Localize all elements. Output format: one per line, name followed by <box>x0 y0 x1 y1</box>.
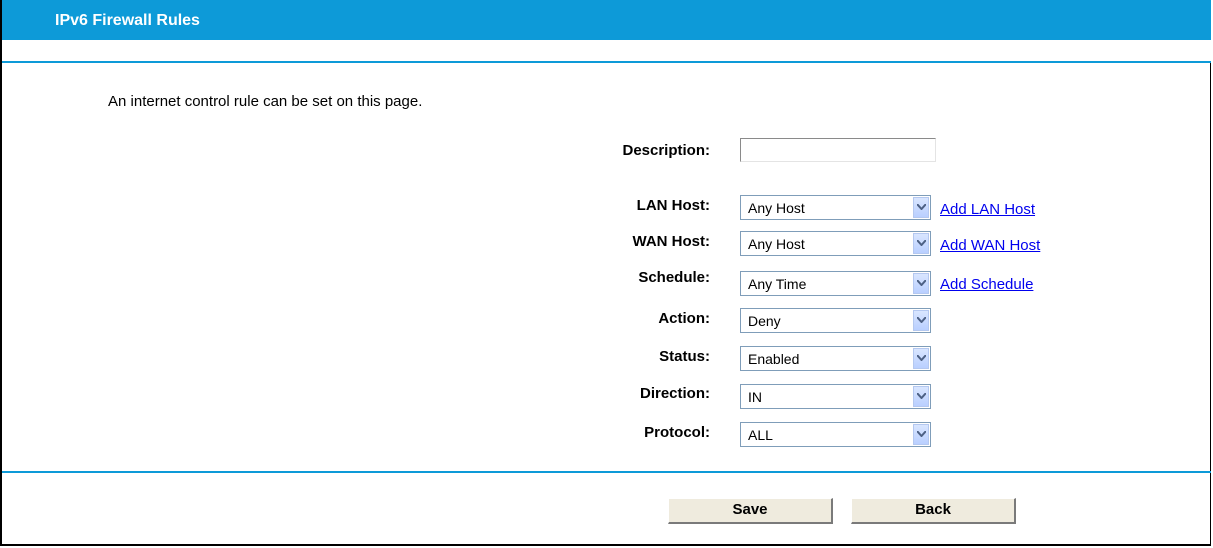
lan-host-label: LAN Host: <box>636 197 710 214</box>
page-title: IPv6 Firewall Rules <box>55 12 200 29</box>
direction-label: Direction: <box>639 385 710 402</box>
direction-select[interactable]: IN <box>740 384 931 409</box>
top-divider <box>2 61 1211 63</box>
action-value: Deny <box>748 313 781 329</box>
chevron-down-icon[interactable] <box>913 424 929 445</box>
add-lan-host-link[interactable]: Add LAN Host <box>940 201 1035 218</box>
title-gap <box>2 40 1211 62</box>
description-input[interactable] <box>740 138 936 162</box>
wan-host-select[interactable]: Any Host <box>740 231 931 256</box>
action-label: Action: <box>658 310 710 327</box>
title-bar: IPv6 Firewall Rules <box>2 0 1211 40</box>
chevron-down-icon[interactable] <box>913 233 929 254</box>
wan-host-value: Any Host <box>748 236 805 252</box>
save-button[interactable]: Save <box>668 498 833 524</box>
chevron-down-icon[interactable] <box>913 273 929 294</box>
chevron-down-icon[interactable] <box>913 310 929 331</box>
lan-host-value: Any Host <box>748 200 805 216</box>
protocol-select[interactable]: ALL <box>740 422 931 447</box>
add-wan-host-link[interactable]: Add WAN Host <box>940 237 1040 254</box>
add-schedule-link[interactable]: Add Schedule <box>940 276 1033 293</box>
lan-host-select[interactable]: Any Host <box>740 195 931 220</box>
schedule-value: Any Time <box>748 276 807 292</box>
status-select[interactable]: Enabled <box>740 346 931 371</box>
schedule-select[interactable]: Any Time <box>740 271 931 296</box>
bottom-divider <box>2 471 1211 473</box>
schedule-label: Schedule: <box>638 269 710 286</box>
status-label: Status: <box>659 348 710 365</box>
protocol-value: ALL <box>748 427 773 443</box>
chevron-down-icon[interactable] <box>913 386 929 407</box>
direction-value: IN <box>748 389 762 405</box>
chevron-down-icon[interactable] <box>913 348 929 369</box>
chevron-down-icon[interactable] <box>913 197 929 218</box>
wan-host-label: WAN Host: <box>632 233 711 250</box>
action-select[interactable]: Deny <box>740 308 931 333</box>
intro-text: An internet control rule can be set on t… <box>108 93 423 110</box>
back-button[interactable]: Back <box>851 498 1016 524</box>
status-value: Enabled <box>748 351 800 367</box>
protocol-label: Protocol: <box>644 424 710 441</box>
description-label: Description: <box>622 142 710 159</box>
